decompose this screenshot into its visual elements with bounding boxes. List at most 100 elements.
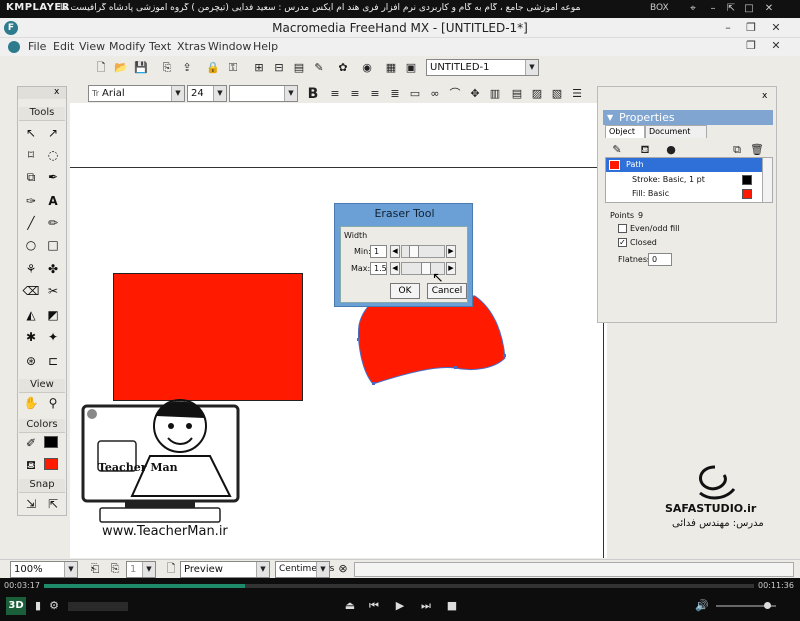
bold-button[interactable]: B <box>304 85 322 103</box>
closed-checkbox[interactable]: ✓ <box>618 238 627 247</box>
page-view-icon[interactable]: 🗋 <box>162 560 180 578</box>
next-page-icon[interactable]: ⎘ <box>106 560 124 578</box>
symbols-icon[interactable]: ✿ <box>334 59 352 77</box>
chevron-down-icon[interactable]: ▼ <box>284 86 297 101</box>
library-icon[interactable]: ▤ <box>290 59 308 77</box>
link-icon[interactable]: ∞ <box>426 85 444 103</box>
pencil-tool-icon[interactable]: ✏ <box>44 214 62 232</box>
list-item[interactable]: Stroke: Basic, 1 pt <box>606 173 764 187</box>
menu-icon[interactable]: ▮ <box>30 599 46 613</box>
tab-ruler-icon[interactable]: ▧ <box>548 85 566 103</box>
evenodd-checkbox[interactable] <box>618 224 627 233</box>
properties-title[interactable]: ▼ Properties <box>603 110 773 125</box>
convert-to-paths-icon[interactable]: ✥ <box>466 85 484 103</box>
lasso-tool-icon[interactable]: ◌ <box>44 146 62 164</box>
text-tool-icon[interactable]: A <box>44 192 62 210</box>
color-mixer-icon[interactable]: ▣ <box>402 59 420 77</box>
scale-tool-icon[interactable]: ⧉ <box>22 168 40 186</box>
snap-to-guide-icon[interactable]: ⇱ <box>44 495 62 513</box>
fullscreen-icon[interactable]: ⇱ <box>724 2 738 15</box>
min-width-input[interactable]: 1 <box>370 245 387 258</box>
list-item[interactable]: Path <box>606 158 764 172</box>
chart-tool-icon[interactable]: ⊏ <box>44 352 62 370</box>
menu-file[interactable]: File <box>28 40 46 53</box>
chevron-down-icon[interactable]: ▼ <box>525 60 538 75</box>
edit-style-icon[interactable]: ✎ <box>310 59 328 77</box>
text-editor-icon[interactable]: ▥ <box>486 85 504 103</box>
document-select[interactable]: UNTITLED-1 ▼ <box>426 59 539 76</box>
columns-rows-icon[interactable]: ☰ <box>568 85 586 103</box>
flatness-input[interactable]: 0 <box>648 253 672 266</box>
min-slider-thumb[interactable] <box>409 245 419 258</box>
font-size-select[interactable]: 24 ▼ <box>187 85 227 102</box>
stroke-color-icon[interactable]: ✐ <box>22 434 40 452</box>
pen-tool-icon[interactable]: ✑ <box>22 192 40 210</box>
min-increase-icon[interactable]: ▶ <box>446 245 456 258</box>
min-decrease-icon[interactable]: ◀ <box>390 245 400 258</box>
spelling-icon[interactable]: ▤ <box>508 85 526 103</box>
swatches-icon[interactable]: ▦ <box>382 59 400 77</box>
chevron-down-icon[interactable]: ▼ <box>142 562 155 577</box>
knife-tool-icon[interactable]: ✂ <box>44 282 62 300</box>
align-right-icon[interactable]: ≡ <box>366 85 384 103</box>
chevron-down-icon[interactable]: ▼ <box>256 562 269 577</box>
align-left-icon[interactable]: ≡ <box>326 85 344 103</box>
max-decrease-icon[interactable]: ◀ <box>390 262 400 275</box>
zoom-tool-icon[interactable]: ⚲ <box>44 394 62 412</box>
play-icon[interactable]: ▶ <box>392 599 408 613</box>
list-item[interactable]: Fill: Basic <box>606 187 764 201</box>
tab-object[interactable]: Object <box>605 125 645 138</box>
unlock-icon[interactable]: ⚿ <box>224 59 242 77</box>
ok-button[interactable]: OK <box>390 283 420 299</box>
subselect-tool-icon[interactable]: ↗ <box>44 124 62 142</box>
hand-tool-icon[interactable]: ✋ <box>22 394 40 412</box>
import-icon[interactable]: ⎘ <box>158 59 176 77</box>
lock-icon[interactable]: 🔒 <box>204 59 222 77</box>
eraser-tool-icon[interactable]: ⌫ <box>22 282 40 300</box>
eject-icon[interactable]: ⏏ <box>342 599 358 613</box>
graphic-hose-icon[interactable]: ✦ <box>44 328 62 346</box>
list-scrollbar[interactable] <box>762 157 773 203</box>
pointer-tool-icon[interactable]: ↖ <box>22 124 40 142</box>
settings-icon[interactable]: ⚙ <box>46 599 62 613</box>
export-icon[interactable]: ⇪ <box>178 59 196 77</box>
close-icon[interactable]: x <box>762 91 767 101</box>
save-icon[interactable]: 💾 <box>132 59 150 77</box>
menu-help[interactable]: Help <box>253 40 278 53</box>
menu-modify[interactable]: Modify <box>109 40 145 53</box>
close-icon[interactable]: x <box>54 87 59 97</box>
eyedropper-tool-icon[interactable]: ✒ <box>44 168 62 186</box>
trace-tool-icon[interactable]: ✤ <box>44 260 62 278</box>
collapse-arrow-icon[interactable]: ▼ <box>607 110 613 125</box>
menu-xtras[interactable]: Xtras <box>177 40 206 53</box>
chevron-down-icon[interactable]: ▼ <box>171 86 184 101</box>
flow-inside-path-icon[interactable]: ▨ <box>528 85 546 103</box>
ellipse-tool-icon[interactable]: ○ <box>22 236 40 254</box>
menu-window[interactable]: Window <box>208 40 251 53</box>
maximize-icon[interactable]: □ <box>742 2 756 15</box>
seek-bar[interactable] <box>44 584 754 588</box>
volume-icon[interactable]: 🔊 <box>694 599 710 613</box>
player-box-button[interactable]: BOX <box>650 3 669 13</box>
page-tool-icon[interactable]: ⌑ <box>22 146 40 164</box>
distribute-icon[interactable]: ⊟ <box>270 59 288 77</box>
stop-icon[interactable]: ⊗ <box>334 560 352 578</box>
transform-icon[interactable]: ◉ <box>358 59 376 77</box>
previous-page-icon[interactable]: ⎗ <box>86 560 104 578</box>
units-select[interactable]: Centimeters ▼ <box>275 561 334 578</box>
red-rectangle-shape[interactable] <box>113 273 303 401</box>
fill-color-swatch[interactable] <box>44 458 58 470</box>
page-select[interactable]: 1 ▼ <box>126 561 156 578</box>
extrude-tool-icon[interactable]: ✱ <box>22 328 40 346</box>
max-slider-thumb[interactable] <box>421 262 431 275</box>
open-folder-icon[interactable]: 📂 <box>112 59 130 77</box>
next-icon[interactable]: ⏭ <box>418 599 434 613</box>
font-style-select[interactable]: ▼ <box>229 85 298 102</box>
max-width-input[interactable]: 1.5 <box>370 262 387 275</box>
justify-icon[interactable]: ≣ <box>386 85 404 103</box>
volume-knob[interactable] <box>764 602 771 609</box>
zoom-select[interactable]: 100% ▼ <box>10 561 78 578</box>
app-restore-icon[interactable]: ❐ <box>741 20 761 36</box>
previous-icon[interactable]: ⏮ <box>366 599 382 613</box>
align-center-icon[interactable]: ≡ <box>346 85 364 103</box>
